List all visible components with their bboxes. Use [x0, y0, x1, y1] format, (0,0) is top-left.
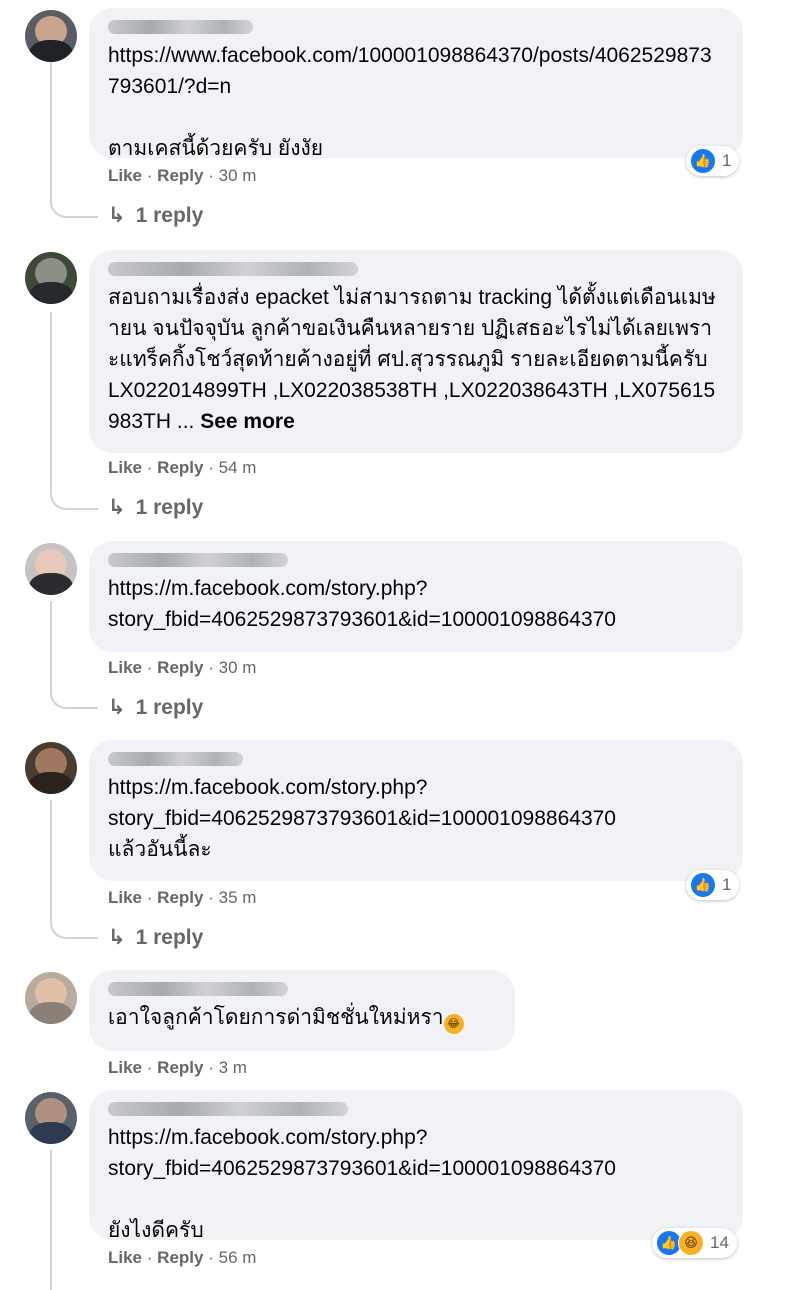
comment-text: https://m.facebook.com/story.php? story_… — [108, 1126, 616, 1242]
like-icon: 👍 — [690, 148, 716, 174]
thread-line — [50, 601, 52, 681]
comment-text: https://www.facebook.com/100001098864370… — [108, 44, 712, 160]
reply-button[interactable]: Reply — [157, 1248, 203, 1267]
reply-connector — [50, 911, 98, 939]
thread-line — [50, 312, 52, 482]
reply-connector — [50, 482, 98, 510]
reply-connector — [50, 190, 98, 218]
avatar[interactable] — [25, 1092, 77, 1144]
author-name-blurred[interactable] — [108, 553, 288, 567]
rolling-laughing-emoji: 😂 — [443, 1014, 464, 1034]
author-name-blurred[interactable] — [108, 982, 288, 996]
comment-actions: Like · Reply · 54 m — [108, 458, 257, 477]
reply-arrow-icon: ↳ — [108, 926, 126, 949]
thread-line — [50, 1150, 52, 1290]
author-name-blurred[interactable] — [108, 262, 358, 276]
comment-text: https://m.facebook.com/story.php? story_… — [108, 577, 616, 631]
avatar[interactable] — [25, 972, 77, 1024]
author-name-blurred[interactable] — [108, 1102, 348, 1116]
comment-bubble: https://m.facebook.com/story.php? story_… — [89, 740, 743, 881]
thread-line — [50, 62, 52, 190]
comment-time[interactable]: 30 m — [219, 166, 257, 185]
reaction-summary[interactable]: 👍 1 — [686, 146, 740, 176]
comment-actions: Like · Reply · 30 m — [108, 658, 257, 677]
like-button[interactable]: Like — [108, 888, 142, 907]
author-name-blurred[interactable] — [108, 752, 243, 766]
avatar[interactable] — [25, 10, 77, 62]
comment-bubble: เอาใจลูกค้าโดยการด่ามิชชั่นใหม่หรา 😂 — [89, 970, 515, 1051]
like-icon: 👍 — [690, 872, 716, 898]
reaction-summary[interactable]: 👍 😆 14 — [652, 1228, 737, 1258]
reply-arrow-icon: ↳ — [108, 696, 126, 719]
comment-time[interactable]: 3 m — [219, 1058, 247, 1077]
like-button[interactable]: Like — [108, 1058, 142, 1077]
comment-actions: Like · Reply · 35 m — [108, 888, 257, 907]
comment-text: https://m.facebook.com/story.php? story_… — [108, 776, 616, 861]
like-button[interactable]: Like — [108, 166, 142, 185]
view-replies-link[interactable]: ↳ 1 reply — [108, 695, 203, 720]
see-more-link[interactable]: See more — [200, 410, 295, 433]
view-replies-link[interactable]: ↳ 1 reply — [108, 925, 203, 950]
reaction-summary[interactable]: 👍 1 — [686, 870, 740, 900]
comment-text: สอบถามเรื่องส่ง epacket ไม่สามารถตาม tra… — [108, 286, 716, 433]
author-name-blurred[interactable] — [108, 20, 253, 34]
comment-time[interactable]: 54 m — [219, 458, 257, 477]
comment-time[interactable]: 56 m — [219, 1248, 257, 1267]
comment-bubble: https://m.facebook.com/story.php? story_… — [89, 541, 743, 652]
avatar[interactable] — [25, 252, 77, 304]
avatar[interactable] — [25, 543, 77, 595]
reply-button[interactable]: Reply — [157, 658, 203, 677]
haha-icon: 😆 — [678, 1230, 704, 1256]
comment-actions: Like · Reply · 3 m — [108, 1058, 247, 1077]
reply-connector — [50, 681, 98, 709]
reaction-count: 1 — [722, 875, 732, 894]
view-replies-link[interactable]: ↳ 1 reply — [108, 495, 203, 520]
like-button[interactable]: Like — [108, 458, 142, 477]
comment-text: เอาใจลูกค้าโดยการด่ามิชชั่นใหม่หรา 😂 — [108, 1002, 495, 1034]
avatar[interactable] — [25, 742, 77, 794]
reply-button[interactable]: Reply — [157, 166, 203, 185]
thread-line — [50, 800, 52, 911]
comment-bubble: สอบถามเรื่องส่ง epacket ไม่สามารถตาม tra… — [89, 250, 743, 453]
reply-button[interactable]: Reply — [157, 458, 203, 477]
reaction-count: 14 — [710, 1233, 729, 1252]
comment-time[interactable]: 30 m — [219, 658, 257, 677]
comment-bubble: https://www.facebook.com/100001098864370… — [89, 8, 743, 160]
like-button[interactable]: Like — [108, 1248, 142, 1267]
reply-button[interactable]: Reply — [157, 888, 203, 907]
reply-arrow-icon: ↳ — [108, 496, 126, 519]
reply-arrow-icon: ↳ — [108, 204, 126, 227]
reply-button[interactable]: Reply — [157, 1058, 203, 1077]
view-replies-link[interactable]: ↳ 1 reply — [108, 203, 203, 228]
comment-actions: Like · Reply · 56 m — [108, 1248, 257, 1267]
comment-bubble: https://m.facebook.com/story.php? story_… — [89, 1090, 743, 1242]
comment-time[interactable]: 35 m — [219, 888, 257, 907]
reaction-count: 1 — [722, 151, 732, 170]
like-button[interactable]: Like — [108, 658, 142, 677]
comment-actions: Like · Reply · 30 m — [108, 166, 257, 185]
